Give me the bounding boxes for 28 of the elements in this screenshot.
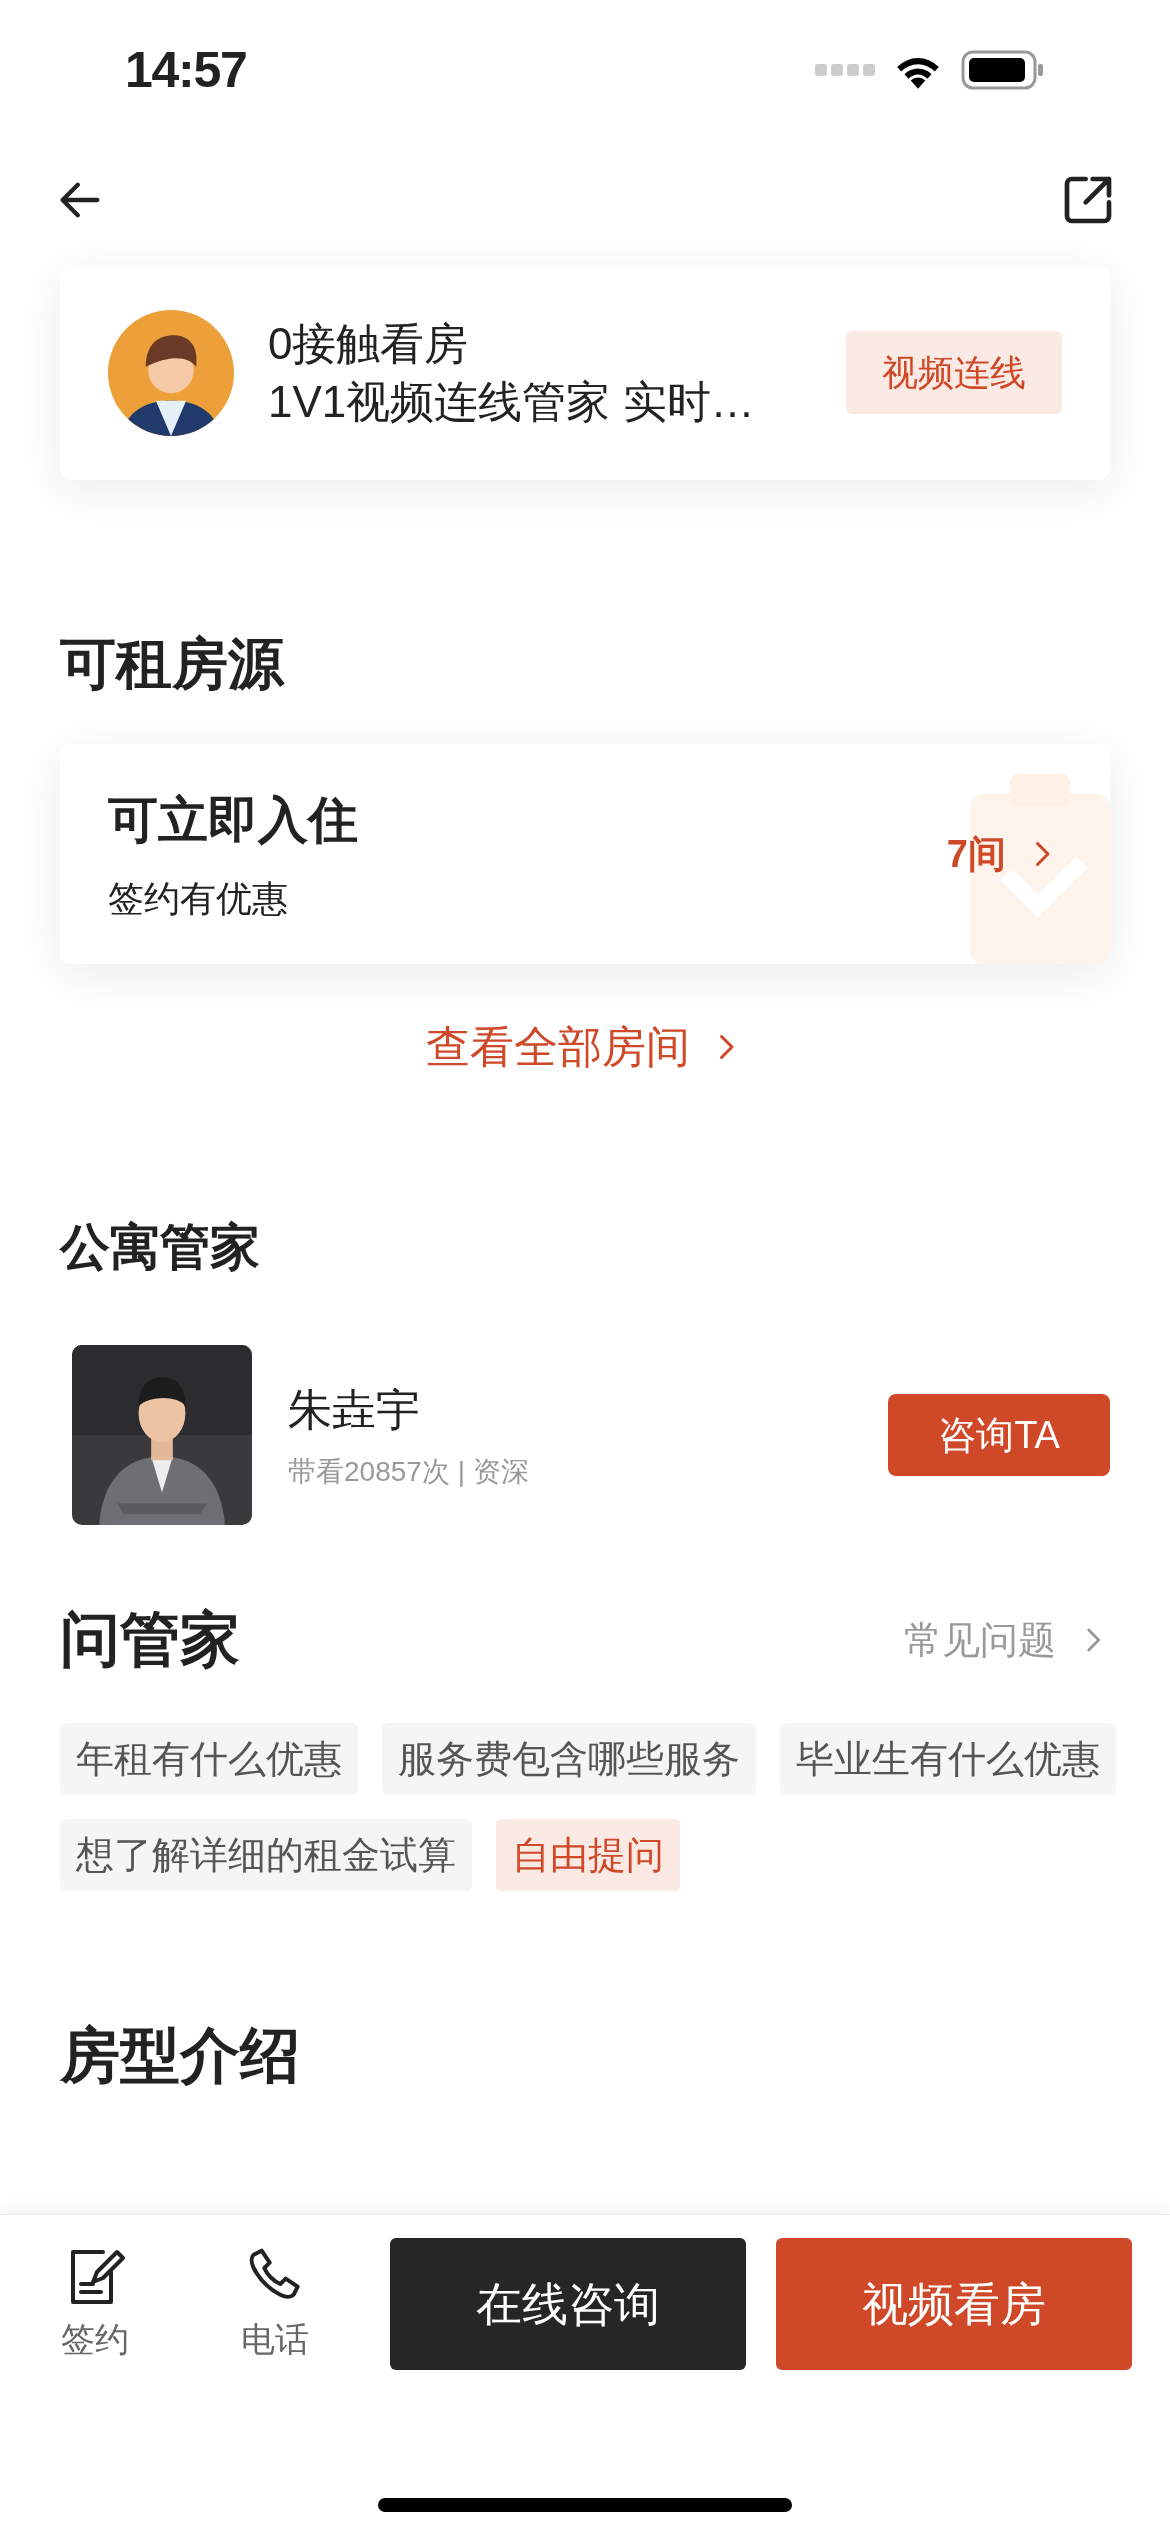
question-tag[interactable]: 想了解详细的租金试算 [60,1819,472,1891]
promo-title: 0接触看房 [268,318,470,371]
section-title: 公寓管家 [60,1218,261,1277]
card-subtitle: 签约有优惠 [108,876,289,921]
section-title: 可租房源 [60,631,286,697]
status-time: 14:57 [125,40,247,100]
signal-icon [815,62,875,78]
phone-button[interactable]: 电话 [220,2243,330,2365]
room-count: 7间 [946,831,1006,877]
video-call-button[interactable]: 视频连线 [846,331,1062,414]
section-title: 问管家 [60,1605,240,1675]
question-tag[interactable]: 年租有什么优惠 [60,1723,358,1795]
promo-subtitle: 1V1视频连线管家 实时… [268,375,756,428]
card-title: 可立即入住 [108,790,359,850]
consult-button[interactable]: 咨询TA [888,1394,1110,1476]
manager-name: 朱垚宇 [288,1384,421,1436]
available-rooms-card[interactable]: 可立即入住 签约有优惠 7间 [60,744,1110,964]
video-tour-button[interactable]: 视频看房 [776,2238,1132,2370]
question-tag[interactable]: 服务费包含哪些服务 [382,1723,756,1795]
sign-button[interactable]: 签约 [40,2243,150,2365]
section-title: 房型介绍 [60,2021,301,2091]
manager-stats: 带看20857次 | 资深 [288,1455,530,1489]
question-tag[interactable]: 毕业生有什么优惠 [780,1723,1116,1795]
view-all-rooms-link[interactable]: 查看全部房间 [426,1014,744,1080]
clipboard-icon [970,774,1110,964]
battery-icon [961,50,1045,90]
ask-question-button[interactable]: 自由提问 [496,1819,680,1891]
online-consult-button[interactable]: 在线咨询 [390,2238,746,2370]
